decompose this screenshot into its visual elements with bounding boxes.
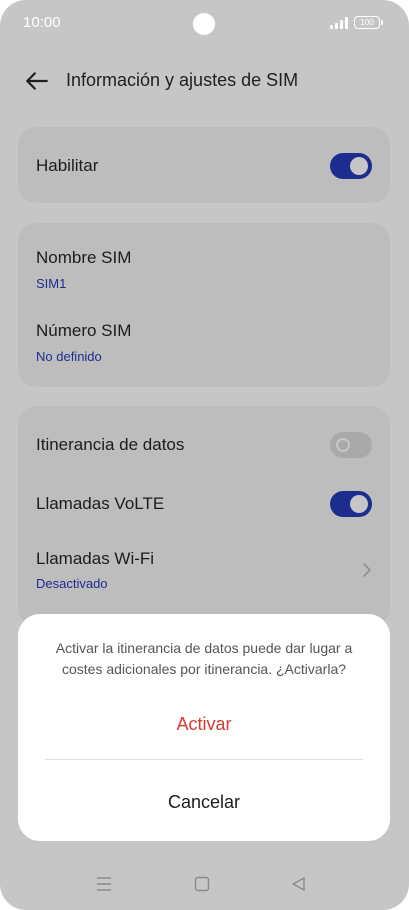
home-icon[interactable] bbox=[192, 874, 212, 894]
battery-icon: 100 bbox=[354, 16, 383, 29]
menu-icon[interactable] bbox=[94, 874, 114, 894]
wifi-calling-value: Desactivado bbox=[36, 576, 108, 591]
status-icons: 100 bbox=[330, 16, 383, 29]
sim-number-label[interactable]: Número SIM bbox=[36, 321, 131, 341]
app-header: Información y ajustes de SIM bbox=[0, 60, 409, 102]
dialog-divider bbox=[45, 759, 363, 760]
battery-level: 100 bbox=[360, 18, 374, 27]
data-roaming-label: Itinerancia de datos bbox=[36, 435, 185, 454]
status-bar: 10:00 100 bbox=[0, 0, 409, 46]
arrow-left-icon[interactable] bbox=[24, 68, 50, 94]
sim-name-label[interactable]: Nombre SIM bbox=[36, 248, 131, 268]
page-title: Información y ajustes de SIM bbox=[66, 70, 299, 90]
enable-toggle[interactable] bbox=[330, 153, 372, 179]
camera-cutout bbox=[193, 13, 215, 35]
status-time: 10:00 bbox=[23, 14, 61, 31]
sim-name-value: SIM1 bbox=[36, 276, 67, 291]
enable-card: Habilitar bbox=[18, 127, 390, 203]
back-triangle-icon[interactable] bbox=[289, 874, 309, 894]
chevron-right-icon[interactable] bbox=[360, 563, 374, 577]
enable-label: Habilitar bbox=[36, 156, 99, 175]
wifi-calling-label[interactable]: Llamadas Wi-Fi bbox=[36, 549, 154, 569]
cancel-button[interactable]: Cancelar bbox=[18, 782, 390, 822]
sim-number-value: No definido bbox=[36, 349, 102, 364]
sim-info-card: Nombre SIM SIM1 Número SIM No definido bbox=[18, 223, 390, 387]
activate-button[interactable]: Activar bbox=[18, 704, 390, 744]
volte-label: Llamadas VoLTE bbox=[36, 494, 165, 513]
roaming-confirm-dialog: Activar la itinerancia de datos puede da… bbox=[18, 614, 390, 841]
sim-settings-card: Itinerancia de datos Llamadas VoLTE Llam… bbox=[18, 406, 390, 626]
dialog-message: Activar la itinerancia de datos puede da… bbox=[55, 640, 353, 677]
navigation-bar bbox=[0, 866, 409, 906]
phone-screen: 10:00 100 Información y ajustes de SIM H… bbox=[0, 0, 409, 910]
signal-icon bbox=[330, 16, 348, 29]
data-roaming-toggle[interactable] bbox=[330, 432, 372, 458]
volte-toggle[interactable] bbox=[330, 491, 372, 517]
